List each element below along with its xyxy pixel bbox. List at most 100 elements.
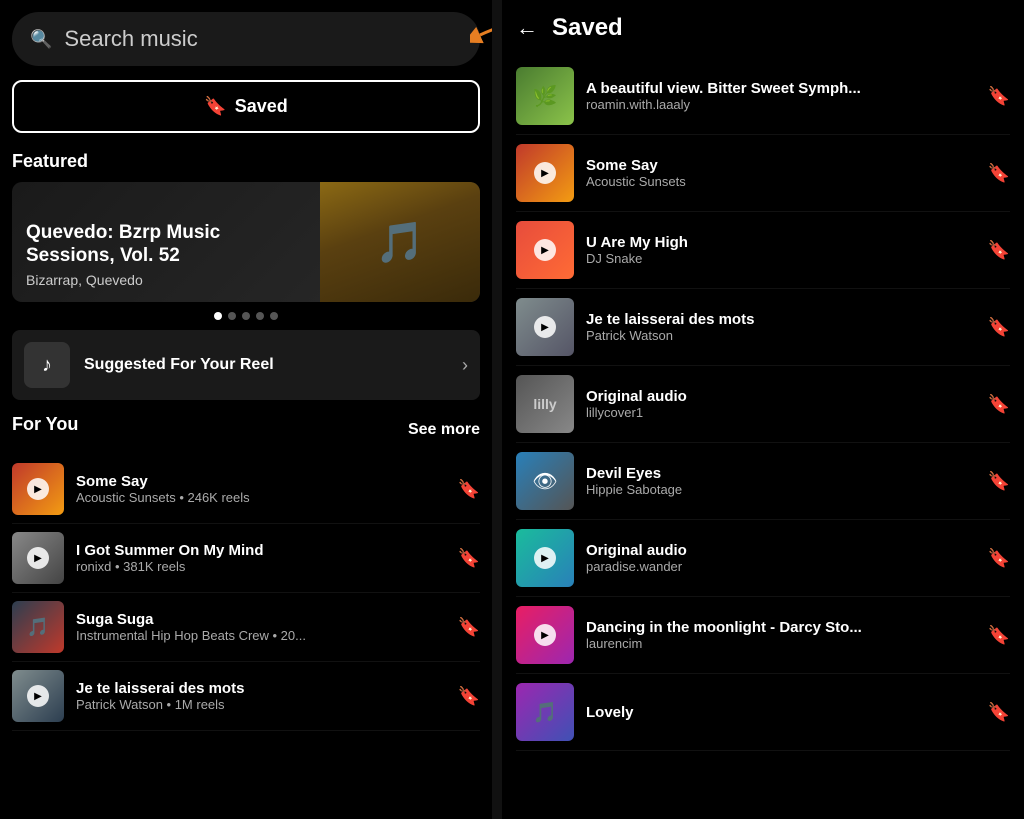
saved-bookmark-icon[interactable]: 🔖 [988,394,1010,415]
track-title: Je te laisserai des mots [76,680,450,697]
track-title: Lovely [586,704,980,721]
track-title: Some Say [76,473,450,490]
track-info: Some Say Acoustic Sunsets [586,157,980,189]
track-thumbnail: ▶ [516,221,574,279]
bookmark-icon: 🔖 [204,96,226,117]
saved-bookmark-icon[interactable]: 🔖 [988,317,1010,338]
list-item[interactable]: ▶ I Got Summer On My Mind ronixd • 381K … [12,524,480,593]
track-info: Original audio paradise.wander [586,542,980,574]
track-info: Some Say Acoustic Sunsets • 246K reels [76,473,450,505]
track-title: Some Say [586,157,980,174]
featured-card[interactable]: 🎵 Quevedo: Bzrp Music Sessions, Vol. 52 … [12,182,480,302]
track-thumbnail: 🎵 [12,601,64,653]
list-item[interactable]: 🎵 Lovely 🔖 [516,674,1010,751]
chevron-right-icon: › [462,355,468,376]
track-title: U Are My High [586,234,980,251]
track-thumbnail: ▶ [516,144,574,202]
track-info: A beautiful view. Bitter Sweet Symph... … [586,80,980,112]
search-input[interactable] [64,26,462,52]
saved-bookmark-icon[interactable]: 🔖 [988,702,1010,723]
list-item[interactable]: 🎵 Suga Suga Instrumental Hip Hop Beats C… [12,593,480,662]
track-title: Je te laisserai des mots [586,311,980,328]
saved-header: ← Saved [516,14,1010,42]
featured-image: 🎵 [320,182,480,302]
list-item[interactable]: ▶ Some Say Acoustic Sunsets • 246K reels… [12,455,480,524]
right-panel: ← Saved 🌿 A beautiful view. Bitter Sweet… [502,0,1024,819]
track-info: U Are My High DJ Snake [586,234,980,266]
saved-bookmark-icon[interactable]: 🔖 [988,471,1010,492]
dot-5[interactable] [270,312,278,320]
saved-bookmark-icon[interactable]: 🔖 [988,548,1010,569]
play-icon: ▶ [534,239,556,261]
list-item[interactable]: ▶ Some Say Acoustic Sunsets 🔖 [516,135,1010,212]
track-title: Suga Suga [76,611,450,628]
track-title: I Got Summer On My Mind [76,542,450,559]
track-thumbnail: ▶ [12,463,64,515]
track-info: I Got Summer On My Mind ronixd • 381K re… [76,542,450,574]
save-track-button[interactable]: 🔖 [458,686,480,707]
track-sub: Patrick Watson [586,328,980,343]
track-info: Dancing in the moonlight - Darcy Sto... … [586,619,980,651]
left-panel: 🔍 🔖 Saved Featured 🎵 Quevedo: Bzrp Music… [0,0,492,819]
track-title: A beautiful view. Bitter Sweet Symph... [586,80,980,97]
dot-1[interactable] [214,312,222,320]
track-title: Original audio [586,388,980,405]
dot-2[interactable] [228,312,236,320]
track-thumbnail: lilly [516,375,574,433]
featured-title: Quevedo: Bzrp Music Sessions, Vol. 52 [26,222,306,268]
saved-bookmark-icon[interactable]: 🔖 [988,625,1010,646]
save-track-button[interactable]: 🔖 [458,548,480,569]
track-thumbnail: ▶ [516,298,574,356]
track-sub: laurencim [586,636,980,651]
track-info: Devil Eyes Hippie Sabotage [586,465,980,497]
track-sub: DJ Snake [586,251,980,266]
play-icon: ▶ [534,162,556,184]
suggested-label: Suggested For Your Reel [84,356,462,374]
dot-3[interactable] [242,312,250,320]
list-item[interactable]: lilly Original audio lillycover1 🔖 [516,366,1010,443]
featured-section-title: Featured [12,151,480,172]
featured-info: Quevedo: Bzrp Music Sessions, Vol. 52 Bi… [26,222,306,288]
saved-button[interactable]: 🔖 Saved [12,80,480,133]
track-thumbnail: ▶ [12,532,64,584]
saved-bookmark-icon[interactable]: 🔖 [988,86,1010,107]
track-info: Je te laisserai des mots Patrick Watson [586,311,980,343]
list-item[interactable]: 👁 Devil Eyes Hippie Sabotage 🔖 [516,443,1010,520]
featured-subtitle: Bizarrap, Quevedo [26,272,306,288]
track-sub: Acoustic Sunsets • 246K reels [76,490,450,505]
save-track-button[interactable]: 🔖 [458,479,480,500]
track-sub: ronixd • 381K reels [76,559,450,574]
saved-title: Saved [552,14,623,42]
track-thumbnail: ▶ [516,606,574,664]
list-item[interactable]: ▶ Je te laisserai des mots Patrick Watso… [516,289,1010,366]
list-item[interactable]: 🌿 A beautiful view. Bitter Sweet Symph..… [516,58,1010,135]
for-you-title: For You [12,414,78,435]
dot-4[interactable] [256,312,264,320]
track-sub: Instrumental Hip Hop Beats Crew • 20... [76,628,450,643]
play-icon: ▶ [534,547,556,569]
see-more-button[interactable]: See more [408,421,480,439]
search-bar: 🔍 [12,12,480,66]
back-button[interactable]: ← [516,15,538,41]
for-you-list: ▶ Some Say Acoustic Sunsets • 246K reels… [12,455,480,731]
suggested-reel-row[interactable]: ♪ Suggested For Your Reel › [12,330,480,400]
save-track-button[interactable]: 🔖 [458,617,480,638]
track-title: Original audio [586,542,980,559]
list-item[interactable]: ▶ Je te laisserai des mots Patrick Watso… [12,662,480,731]
track-thumbnail: ▶ [516,529,574,587]
saved-bookmark-icon[interactable]: 🔖 [988,240,1010,261]
play-icon: ▶ [27,547,49,569]
track-title: Devil Eyes [586,465,980,482]
play-icon: ▶ [27,478,49,500]
saved-bookmark-icon[interactable]: 🔖 [988,163,1010,184]
track-sub: paradise.wander [586,559,980,574]
music-note-icon: ♪ [24,342,70,388]
carousel-dots [12,312,480,320]
list-item[interactable]: ▶ Original audio paradise.wander 🔖 [516,520,1010,597]
list-item[interactable]: ▶ Dancing in the moonlight - Darcy Sto..… [516,597,1010,674]
list-item[interactable]: ▶ U Are My High DJ Snake 🔖 [516,212,1010,289]
track-thumbnail: 🎵 [516,683,574,741]
play-icon: ▶ [534,316,556,338]
track-thumbnail: 👁 [516,452,574,510]
track-thumbnail: ▶ [12,670,64,722]
